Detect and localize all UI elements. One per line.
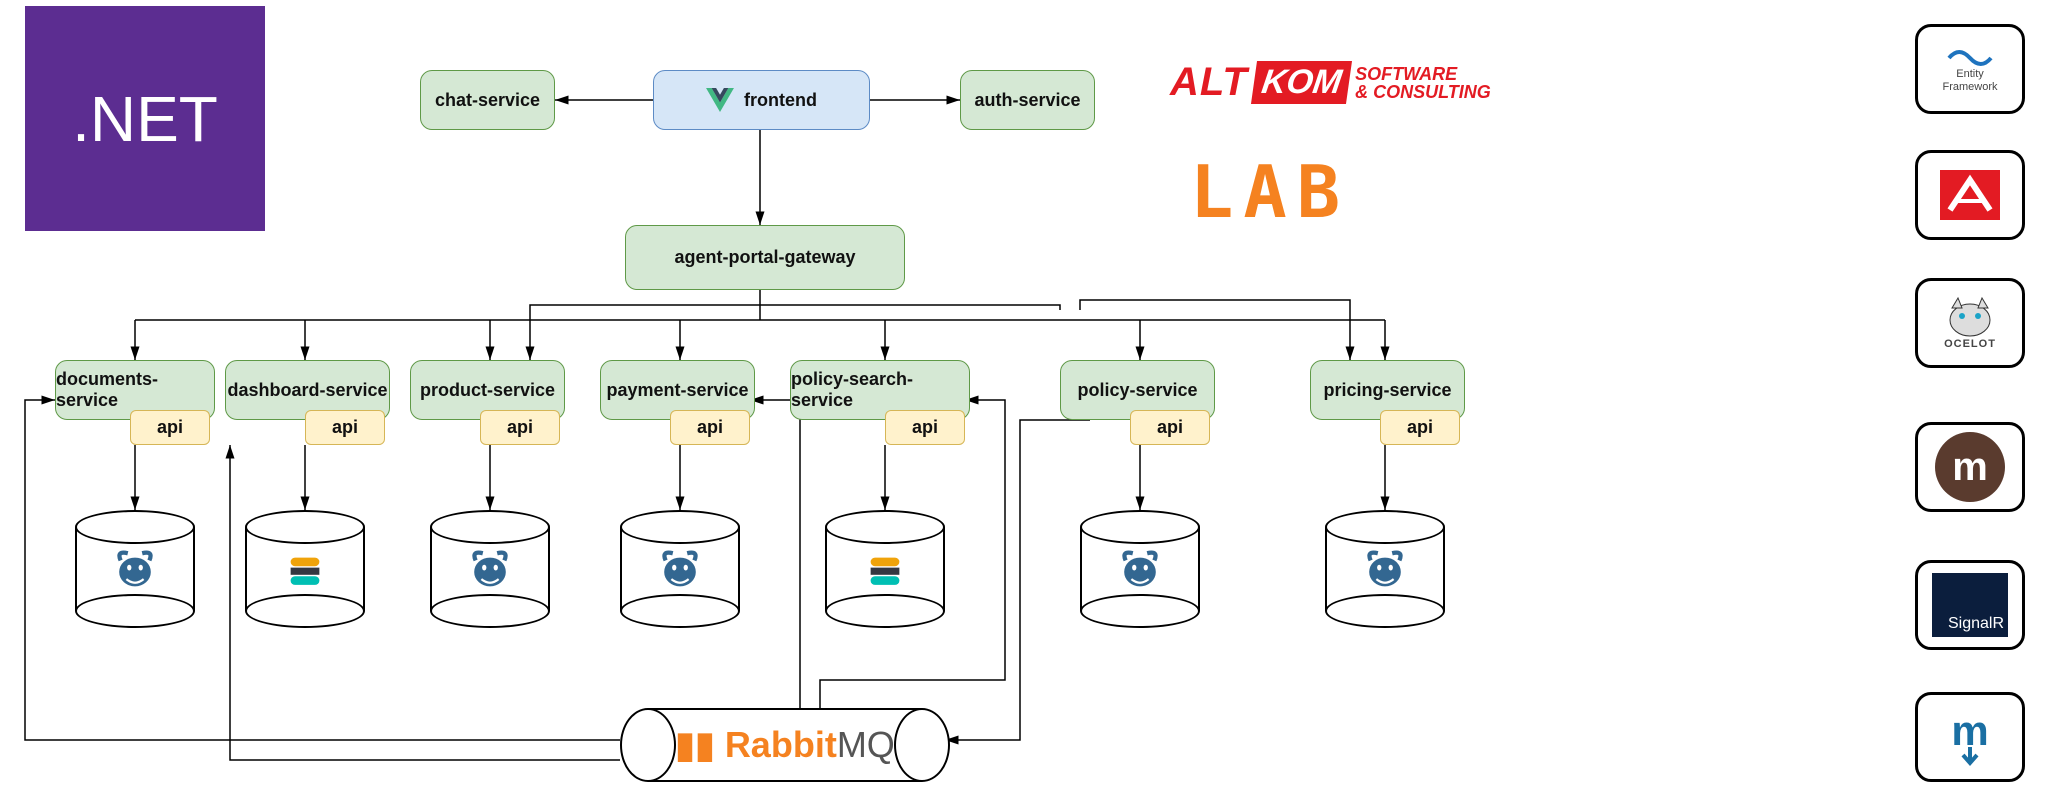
db-documents [75, 510, 195, 628]
node-frontend: frontend [653, 70, 870, 130]
tile-nhibernate [1915, 150, 2025, 240]
chat-service-label: chat-service [435, 90, 540, 111]
altkom-logo: ALT KOM SOFTWARE & CONSULTING [1170, 60, 1491, 105]
signalr-label: SignalR [1948, 615, 2004, 633]
marten-label: m [1952, 445, 1988, 490]
rabbit-icon: ▮▮ [675, 724, 715, 765]
dotnet-label: .NET [72, 82, 218, 156]
db-dashboard [245, 510, 365, 628]
api-badge-product: api [480, 410, 560, 445]
db-policy [1080, 510, 1200, 628]
tile-mediatr: m [1915, 692, 2025, 782]
tile-ocelot: OCELOT [1915, 278, 2025, 368]
tile-entity-framework: Entity Framework [1915, 24, 2025, 114]
ef-line1: Entity [1956, 68, 1984, 81]
db-product [430, 510, 550, 628]
node-chat-service: chat-service [420, 70, 555, 130]
vue-icon [706, 88, 734, 112]
nhibernate-icon [1935, 165, 2005, 225]
altkom-tag2: & CONSULTING [1355, 83, 1491, 101]
altkom-kom: KOM [1251, 61, 1352, 104]
db-pricing [1325, 510, 1445, 628]
postgres-icon [1362, 547, 1408, 602]
elastic-icon [862, 547, 908, 602]
dashboard-service-label: dashboard-service [227, 380, 387, 401]
rabbitmq-label-1: Rabbit [725, 724, 837, 765]
db-policy-search [825, 510, 945, 628]
node-auth-service: auth-service [960, 70, 1095, 130]
dotnet-wave-icon [1947, 44, 1993, 68]
api-badge-policy-search: api [885, 410, 965, 445]
auth-service-label: auth-service [974, 90, 1080, 111]
mediatr-icon: m [1935, 707, 2005, 767]
postgres-icon [1117, 547, 1163, 602]
api-badge-pricing: api [1380, 410, 1460, 445]
tile-marten: m [1915, 422, 2025, 512]
altkom-alt: ALT [1170, 60, 1248, 105]
db-payment [620, 510, 740, 628]
ocelot-label: OCELOT [1944, 338, 1996, 351]
node-gateway: agent-portal-gateway [625, 225, 905, 290]
dotnet-logo: .NET [25, 6, 265, 231]
api-badge-dashboard: api [305, 410, 385, 445]
ef-line2: Framework [1942, 81, 1997, 94]
api-badge-policy: api [1130, 410, 1210, 445]
postgres-icon [467, 547, 513, 602]
api-badge-documents: api [130, 410, 210, 445]
api-badge-payment: api [670, 410, 750, 445]
rabbitmq-label-2: MQ [837, 724, 895, 765]
ocelot-icon [1940, 294, 2000, 338]
policy-service-label: policy-service [1077, 380, 1197, 401]
documents-service-label: documents-service [56, 369, 214, 411]
tile-signalr: SignalR [1915, 560, 2025, 650]
payment-service-label: payment-service [606, 380, 748, 401]
postgres-icon [657, 547, 703, 602]
pricing-service-label: pricing-service [1323, 380, 1451, 401]
policy-search-service-label: policy-search-service [791, 369, 969, 411]
svg-text:m: m [1951, 707, 1988, 754]
gateway-label: agent-portal-gateway [674, 247, 855, 268]
postgres-icon [112, 547, 158, 602]
altkom-tag1: SOFTWARE [1355, 65, 1491, 83]
lab-logo: LAB [1190, 150, 1350, 234]
frontend-label: frontend [744, 90, 817, 111]
lab-label: LAB [1190, 150, 1350, 234]
product-service-label: product-service [420, 380, 555, 401]
architecture-diagram: .NET chat-service frontend auth-service … [0, 0, 2052, 798]
elastic-icon [282, 547, 328, 602]
queue-rabbitmq: ▮▮ RabbitMQ [620, 708, 950, 782]
